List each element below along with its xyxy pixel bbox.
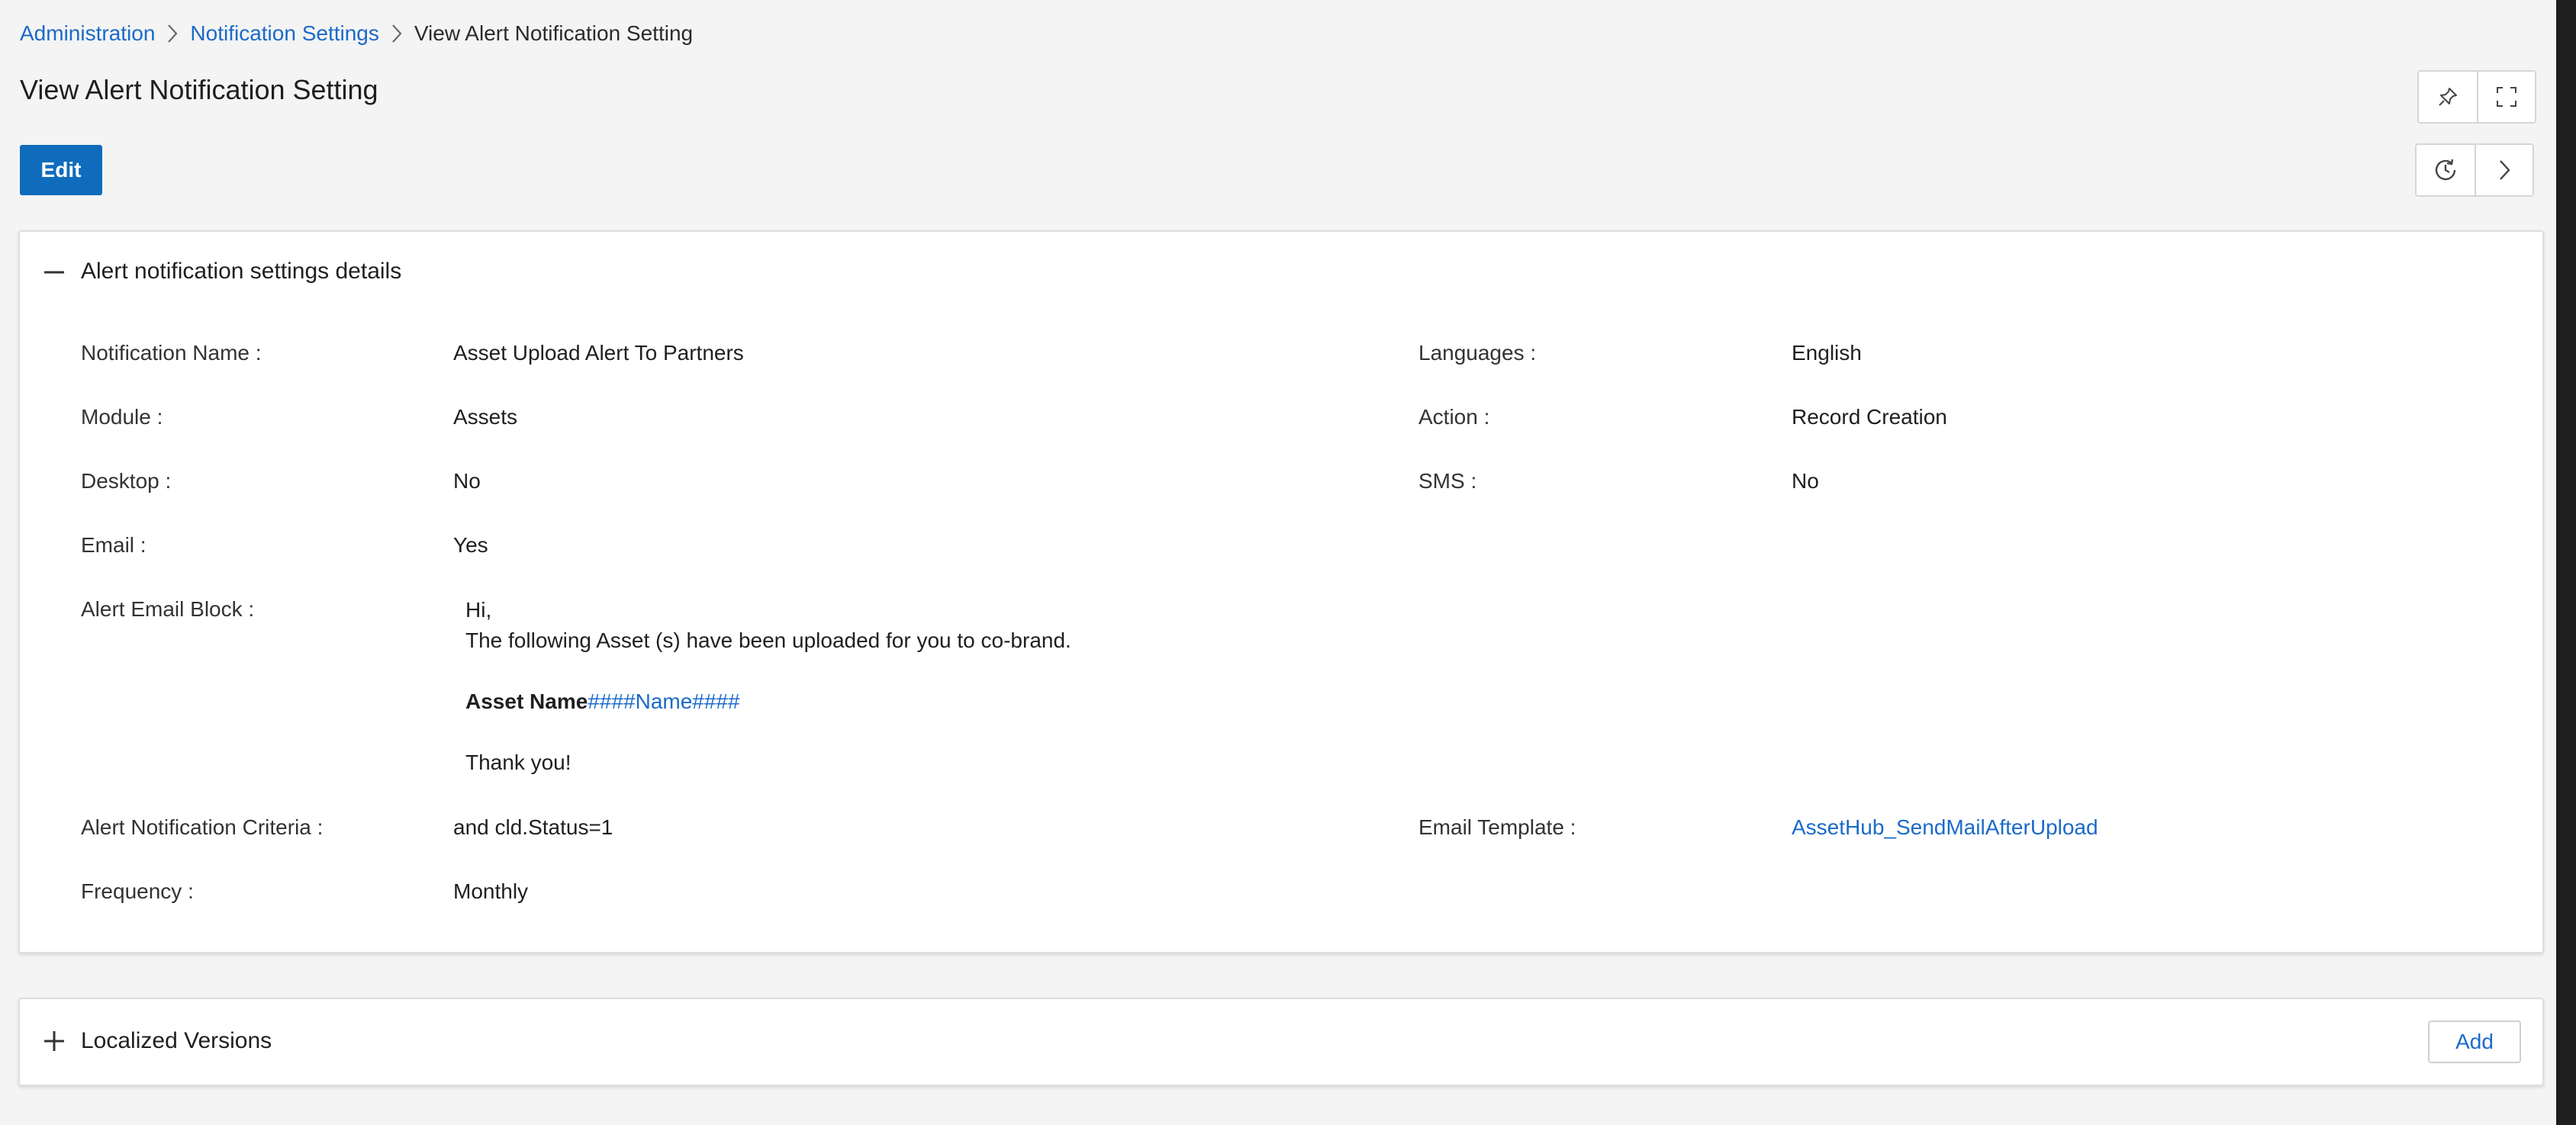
email-label: Email : <box>81 533 147 557</box>
asset-name-label: Asset Name <box>465 689 588 713</box>
page: Administration Notification Settings Vie… <box>0 0 2556 1125</box>
add-localized-version-button[interactable]: Add <box>2428 1021 2521 1063</box>
languages-label: Languages : <box>1418 341 1537 365</box>
sms-label: SMS : <box>1418 469 1477 493</box>
edit-button[interactable]: Edit <box>20 145 102 195</box>
breadcrumb-administration[interactable]: Administration <box>20 21 155 46</box>
email-greeting: Hi, <box>465 598 492 622</box>
email-asset-line: Asset Name####Name#### <box>465 686 1071 717</box>
chevron-right-icon[interactable] <box>2475 145 2533 195</box>
chevron-right-icon <box>379 18 414 49</box>
criteria-value: and cld.Status=1 <box>453 815 613 839</box>
breadcrumb-current: View Alert Notification Setting <box>414 21 694 45</box>
email-template-label: Email Template : <box>1418 815 1576 839</box>
module-value: Assets <box>453 405 518 429</box>
chevron-right-icon <box>155 18 190 49</box>
alert-details-title: Alert notification settings details <box>81 259 402 284</box>
desktop-value: No <box>453 469 481 493</box>
expand-icon[interactable] <box>43 1030 66 1053</box>
history-icon[interactable] <box>2417 145 2475 195</box>
breadcrumb-notification-settings[interactable]: Notification Settings <box>190 21 378 46</box>
fullscreen-icon[interactable] <box>2477 72 2535 122</box>
page-title: View Alert Notification Setting <box>20 74 378 105</box>
breadcrumb: Administration Notification Settings Vie… <box>20 18 693 49</box>
email-body: The following Asset (s) have been upload… <box>465 628 1071 652</box>
desktop-label: Desktop : <box>81 469 172 493</box>
notification-name-label: Notification Name : <box>81 341 262 365</box>
view-toolbar <box>2417 70 2536 124</box>
module-label: Module : <box>81 405 163 429</box>
localized-versions-card: Localized Versions Add <box>18 998 2544 1086</box>
window-edge <box>2556 0 2576 1125</box>
asset-name-token: ####Name#### <box>588 689 740 713</box>
languages-value: English <box>1792 341 1862 365</box>
email-template-link[interactable]: AssetHub_SendMailAfterUpload <box>1792 815 2098 840</box>
history-toolbar <box>2415 143 2534 197</box>
sms-value: No <box>1792 469 1819 493</box>
criteria-label: Alert Notification Criteria : <box>81 815 324 839</box>
frequency-label: Frequency : <box>81 879 194 903</box>
collapse-icon[interactable] <box>43 261 66 284</box>
alert-email-block-label: Alert Email Block : <box>81 597 255 621</box>
alert-details-header[interactable]: Alert notification settings details <box>20 232 2542 316</box>
action-label: Action : <box>1418 405 1490 429</box>
pin-icon[interactable] <box>2419 72 2477 122</box>
alert-email-block: Hi, The following Asset (s) have been up… <box>465 595 1071 778</box>
localized-versions-title: Localized Versions <box>81 1028 272 1053</box>
email-value: Yes <box>453 533 488 557</box>
email-closing: Thank you! <box>465 751 572 774</box>
localized-versions-header[interactable]: Localized Versions Add <box>20 999 2542 1085</box>
alert-details-card: Alert notification settings details Noti… <box>18 230 2544 953</box>
frequency-value: Monthly <box>453 879 529 903</box>
action-value: Record Creation <box>1792 405 1947 429</box>
notification-name-value: Asset Upload Alert To Partners <box>453 341 744 365</box>
